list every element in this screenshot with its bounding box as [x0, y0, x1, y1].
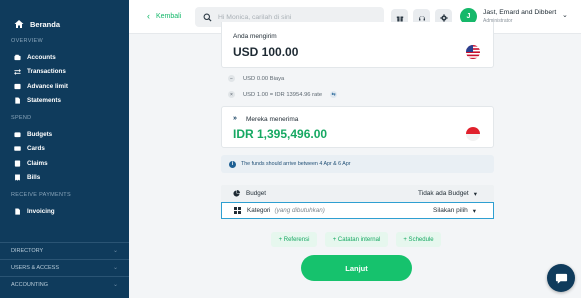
limit-icon [14, 83, 21, 90]
budget-select[interactable]: Tidak ada Budget ▾ [418, 190, 477, 198]
sidebar-directory[interactable]: DIRECTORY ⌄ [0, 242, 129, 258]
budget-field[interactable]: Budget Tidak ada Budget ▾ [221, 185, 494, 202]
document-icon [14, 97, 21, 104]
sidebar-item-statements[interactable]: Statements [0, 94, 129, 109]
caret-down-icon: ▾ [473, 190, 477, 198]
category-field[interactable]: Kategori (yang dibutuhkan) Silakan pilih… [221, 202, 494, 219]
section-receive-payments: RECEIVE PAYMENTS [11, 192, 71, 198]
chat-support-button[interactable] [547, 264, 575, 292]
brand-label: Beranda [30, 19, 61, 29]
lock-rate-icon[interactable]: ⇆ [330, 91, 338, 98]
sidebar-item-label: Transactions [27, 68, 66, 76]
chevron-down-icon: ⌄ [112, 282, 118, 288]
arrows-icon [14, 68, 21, 76]
sidebar-brand[interactable]: Beranda [0, 0, 129, 34]
bills-icon [14, 174, 21, 181]
chat-bubble-icon [555, 273, 567, 284]
back-label: Kembali [156, 12, 182, 20]
sidebar-item-label: Statements [27, 97, 61, 105]
search-icon [203, 13, 212, 22]
receive-amount: IDR 1,395,496.00 [233, 127, 328, 141]
sidebar-item-accounts[interactable]: Accounts [0, 50, 129, 65]
invoice-icon [14, 208, 21, 215]
user-name[interactable]: Jast, Emard and Dibbert [483, 9, 556, 16]
headset-icon [418, 15, 425, 20]
send-amount-card[interactable]: Anda mengirim USD 100.00 [221, 22, 494, 68]
budget-icon [14, 131, 21, 138]
gift-icon [396, 16, 403, 21]
caret-down-icon: ▾ [472, 207, 476, 215]
wallet-icon [14, 54, 21, 61]
arrival-text: The funds should arrive between 4 Apr & … [241, 161, 351, 167]
receive-label: Mereka menerima [246, 116, 299, 123]
arrival-note: i The funds should arrive between 4 Apr … [221, 155, 494, 173]
continue-button[interactable]: Lanjut [301, 255, 412, 281]
sidebar-item-label: Advance limit [27, 82, 68, 90]
add-reference-button[interactable]: + Referensi [271, 232, 317, 247]
receive-amount-card[interactable]: » Mereka menerima IDR 1,395,496.00 [221, 106, 494, 148]
home-icon [14, 20, 24, 28]
send-amount: USD 100.00 [233, 45, 299, 59]
pie-chart-icon [233, 190, 240, 197]
double-chevron-icon: » [233, 115, 237, 122]
sidebar-item-label: Claims [27, 159, 48, 167]
chevron-down-icon: ⌄ [112, 265, 118, 271]
gear-icon [439, 13, 448, 22]
section-spend: SPEND [11, 115, 32, 121]
fee-text: USD 0.00 Biaya [243, 75, 285, 82]
fee-row: − USD 0.00 Biaya [228, 75, 284, 82]
claims-icon [14, 160, 21, 167]
budget-label: Budget [246, 190, 266, 197]
us-flag-icon [466, 45, 480, 59]
sidebar-accounting[interactable]: ACCOUNTING ⌄ [0, 276, 129, 292]
category-label: Kategori [247, 207, 271, 214]
card-icon [14, 145, 21, 152]
sidebar-item-label: Budgets [27, 130, 53, 138]
chevron-down-icon: ⌄ [112, 248, 118, 254]
sidebar-item-label: Bills [27, 174, 41, 182]
multiply-icon: × [228, 91, 235, 98]
sidebar: Beranda OVERVIEW Accounts Transactions A… [0, 0, 129, 298]
sidebar-item-budgets[interactable]: Budgets [0, 127, 129, 142]
sidebar-item-cards[interactable]: Cards [0, 142, 129, 157]
minus-icon: − [228, 75, 235, 82]
rate-text: USD 1.00 = IDR 13954.96 rate [243, 91, 323, 98]
sidebar-item-bills[interactable]: Bills [0, 171, 129, 186]
search-input[interactable] [218, 13, 378, 21]
add-schedule-button[interactable]: + Schedule [396, 232, 441, 247]
sidebar-item-claims[interactable]: Claims [0, 156, 129, 171]
category-hint: (yang dibutuhkan) [274, 207, 325, 214]
chevron-left-icon: ‹ [147, 11, 150, 21]
sidebar-users-access[interactable]: USERS & ACCESS ⌄ [0, 259, 129, 275]
sidebar-item-transactions[interactable]: Transactions [0, 65, 129, 80]
sidebar-item-label: Invoicing [27, 207, 55, 215]
info-icon: i [229, 160, 236, 168]
sidebar-item-invoicing[interactable]: Invoicing [0, 204, 129, 219]
send-label: Anda mengirim [233, 33, 277, 40]
indonesia-flag-icon [466, 127, 480, 141]
sidebar-item-label: Cards [27, 145, 45, 153]
grid-icon [234, 207, 241, 214]
sidebar-item-label: Accounts [27, 53, 56, 61]
rate-row: × USD 1.00 = IDR 13954.96 rate ⇆ [228, 91, 338, 98]
category-select[interactable]: Silakan pilih ▾ [433, 207, 476, 215]
back-button[interactable]: ‹ Kembali [147, 11, 181, 21]
add-internal-note-button[interactable]: + Catatan internal [325, 232, 388, 247]
sidebar-item-advance-limit[interactable]: Advance limit [0, 79, 129, 94]
chevron-down-icon[interactable]: ⌄ [562, 11, 568, 19]
section-overview: OVERVIEW [11, 38, 43, 44]
